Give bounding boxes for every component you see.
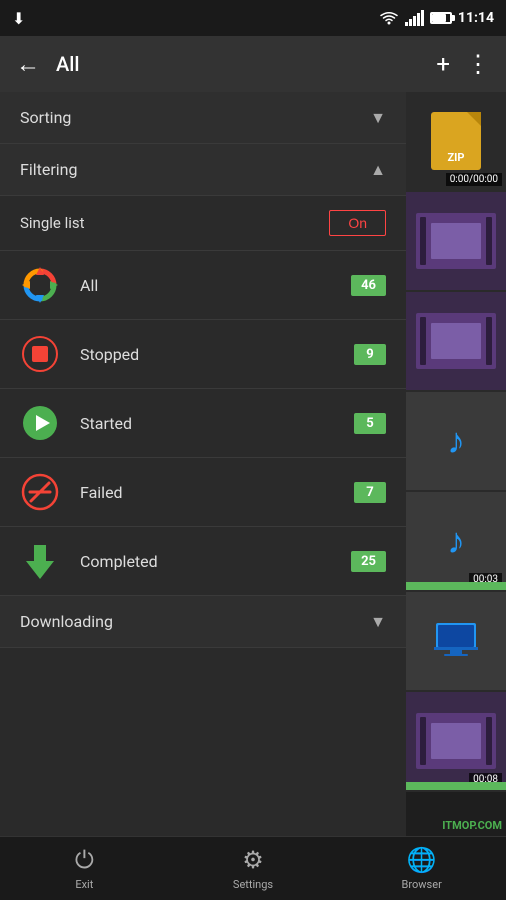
- filter-item-failed[interactable]: Failed 7: [0, 458, 406, 527]
- thumb-item-monitor: [406, 592, 506, 692]
- downloading-chevron-icon: ▼: [370, 612, 386, 632]
- filter-all-label: All: [80, 276, 331, 295]
- filter-started-count: 5: [354, 413, 386, 434]
- thumb-item-film-1: [406, 192, 506, 292]
- single-list-toggle[interactable]: On: [329, 210, 386, 236]
- music-note-icon-1: ♪: [447, 420, 465, 462]
- filter-item-completed[interactable]: Completed 25: [0, 527, 406, 596]
- settings-label: Settings: [233, 878, 273, 891]
- music-note-icon-2: ♪: [447, 520, 465, 562]
- status-bar: ⬇ 11:14: [0, 0, 506, 36]
- add-button[interactable]: +: [436, 50, 450, 78]
- film-strip-icon-2: [416, 313, 496, 369]
- filter-started-label: Started: [80, 414, 334, 433]
- time-display: 11:14: [458, 10, 494, 26]
- filter-completed-label: Completed: [80, 552, 331, 571]
- all-icon: [20, 265, 60, 305]
- settings-icon: ⚙: [242, 846, 264, 874]
- sorting-chevron-icon: ▼: [370, 108, 386, 128]
- content-area: Sorting ▼ Filtering ▲ Single list On: [0, 92, 506, 836]
- exit-icon: ⏻: [75, 846, 94, 874]
- filter-failed-label: Failed: [80, 483, 334, 502]
- back-button[interactable]: ←: [16, 50, 40, 79]
- filtering-label: Filtering: [20, 160, 77, 179]
- browser-icon: 🌐: [407, 846, 437, 874]
- nav-settings[interactable]: ⚙ Settings: [169, 846, 338, 891]
- signal-icon: [405, 10, 424, 26]
- sorting-header[interactable]: Sorting ▼: [0, 92, 406, 144]
- watermark: ITMOP.COM: [442, 819, 502, 832]
- thumb-item-music-2: ♪ 00:03: [406, 492, 506, 592]
- thumb-item-film-2: [406, 292, 506, 392]
- more-menu-button[interactable]: ⋮: [466, 50, 490, 78]
- filter-item-stopped[interactable]: Stopped 9: [0, 320, 406, 389]
- filtering-chevron-icon: ▲: [370, 160, 386, 180]
- downloading-label: Downloading: [20, 612, 113, 631]
- status-right: 11:14: [379, 10, 494, 26]
- right-panel: ZIP 0:00/00:00 ♪ ♪ 00:03: [406, 92, 506, 836]
- filter-item-started[interactable]: Started 5: [0, 389, 406, 458]
- filter-stopped-label: Stopped: [80, 345, 334, 364]
- single-list-label: Single list: [20, 214, 85, 232]
- left-panel: Sorting ▼ Filtering ▲ Single list On: [0, 92, 406, 836]
- completed-icon: [20, 541, 60, 581]
- film-strip-icon-1: [416, 213, 496, 269]
- status-left: ⬇: [12, 9, 29, 28]
- browser-label: Browser: [402, 878, 442, 891]
- single-list-row: Single list On: [0, 196, 406, 251]
- downloading-header[interactable]: Downloading ▼: [0, 596, 406, 648]
- filtering-header[interactable]: Filtering ▲: [0, 144, 406, 196]
- nav-exit[interactable]: ⏻ Exit: [0, 846, 169, 891]
- download-indicator-icon: ⬇: [12, 9, 25, 28]
- battery-icon: [430, 12, 452, 24]
- green-bar-1: [406, 582, 506, 590]
- bottom-nav: ⏻ Exit ⚙ Settings 🌐 Browser: [0, 836, 506, 900]
- thumb-item-music-1: ♪: [406, 392, 506, 492]
- nav-browser[interactable]: 🌐 Browser: [337, 846, 506, 891]
- started-icon: [20, 403, 60, 443]
- film-strip-icon-3: [416, 713, 496, 769]
- page-title: All: [56, 52, 420, 76]
- filter-completed-count: 25: [351, 551, 386, 572]
- thumb-item-film-3: 00:08: [406, 692, 506, 792]
- wifi-icon: [379, 10, 399, 26]
- monitor-icon: [434, 621, 478, 661]
- thumb-item-zip: ZIP 0:00/00:00: [406, 92, 506, 192]
- app-bar: ← All + ⋮: [0, 36, 506, 92]
- filter-item-all[interactable]: All 46: [0, 251, 406, 320]
- filter-all-count: 46: [351, 275, 386, 296]
- failed-icon: [20, 472, 60, 512]
- sorting-label: Sorting: [20, 108, 71, 127]
- green-bar-2: [406, 782, 506, 790]
- filter-failed-count: 7: [354, 482, 386, 503]
- thumb-time-1: 0:00/00:00: [446, 173, 502, 186]
- exit-label: Exit: [75, 878, 93, 891]
- stopped-icon: [20, 334, 60, 374]
- filter-stopped-count: 9: [354, 344, 386, 365]
